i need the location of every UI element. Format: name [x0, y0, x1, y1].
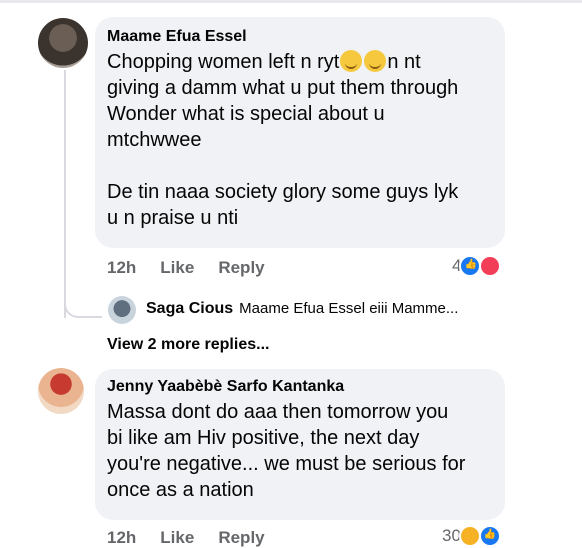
reply-avatar[interactable] [108, 296, 136, 324]
reply-preview[interactable]: Saga Cious Maame Efua Essel eiii Mamme... [146, 300, 458, 318]
reply-button[interactable]: Reply [218, 258, 264, 278]
reply-snippet: Maame Efua Essel eiii Mamme... [239, 300, 459, 317]
smirk-emoji-icon [364, 50, 387, 72]
like-button[interactable]: Like [160, 258, 194, 278]
thread-line [64, 70, 66, 318]
reaction-summary[interactable]: 4 [452, 255, 502, 277]
comment-bubble: Jenny Yaabèbè Sarfo Kantanka Massa dont … [95, 369, 505, 520]
avatar[interactable] [38, 18, 88, 68]
timestamp[interactable]: 12h [107, 528, 136, 548]
like-reaction-icon [478, 525, 501, 547]
view-more-replies-link[interactable]: View 2 more replies... [107, 336, 269, 354]
reply-button[interactable]: Reply [218, 528, 264, 548]
smirk-emoji-icon [340, 50, 363, 72]
like-reaction-icon [459, 255, 482, 277]
comment-bubble: Maame Efua Essel Chopping women left n r… [95, 17, 505, 248]
comment-author[interactable]: Maame Efua Essel [107, 27, 493, 47]
comment-text: Massa dont do aaa then tomorrow you bi l… [107, 401, 466, 501]
comment-actions: 12h Like Reply [107, 528, 289, 548]
comment-text: Chopping women left n ryt n nt giving a d… [107, 50, 459, 229]
comment-actions: 12h Like Reply [107, 258, 289, 278]
love-reaction-icon [479, 255, 502, 277]
reaction-summary[interactable]: 30 [442, 525, 501, 547]
timestamp[interactable]: 12h [107, 258, 136, 278]
thread-connector [64, 284, 102, 318]
haha-reaction-icon [458, 525, 481, 547]
top-divider [0, 0, 582, 3]
reply-author[interactable]: Saga Cious [146, 300, 233, 317]
avatar[interactable] [38, 368, 84, 414]
comment-author[interactable]: Jenny Yaabèbè Sarfo Kantanka [107, 377, 493, 397]
like-button[interactable]: Like [160, 528, 194, 548]
